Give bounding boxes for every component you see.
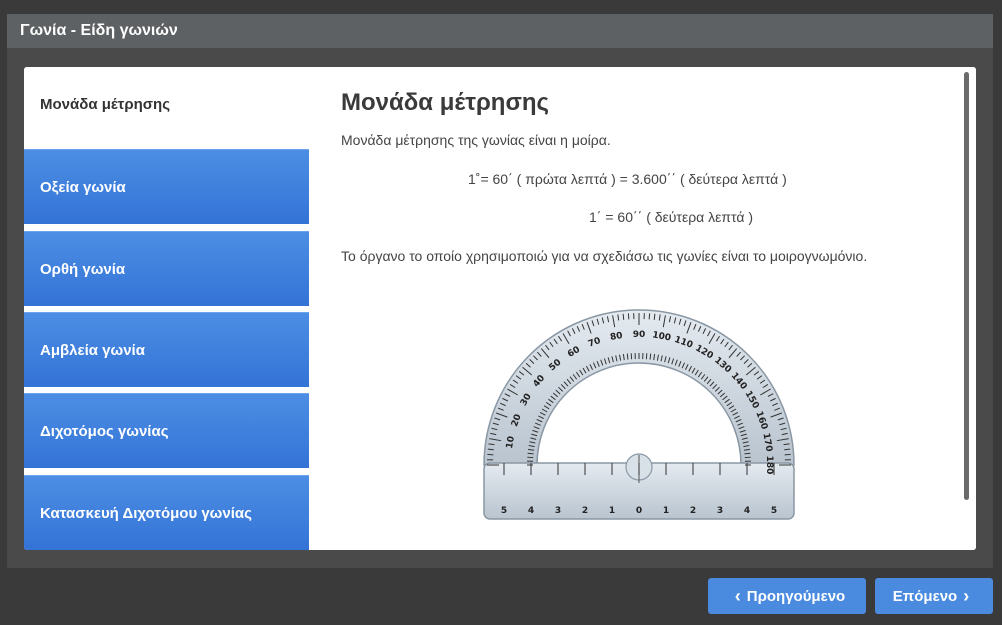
sidebar-item-label: Μονάδα μέτρησης: [40, 96, 171, 113]
sidebar-item-unit[interactable]: Μονάδα μέτρησης: [24, 67, 309, 142]
formula-degree: 1˚= 60΄ ( πρώτα λεπτά ) = 3.600΄΄ ( δεύτ…: [468, 171, 787, 187]
sidebar-item-acute[interactable]: Οξεία γωνία: [24, 149, 309, 224]
protractor-inner-tick: [744, 452, 751, 455]
protractor-tick: [622, 313, 625, 320]
previous-button[interactable]: ‹ Προηγούμενο: [708, 578, 866, 614]
protractor-label: 10: [505, 435, 517, 449]
sidebar-item-label: Αμβλεία γωνία: [40, 341, 145, 359]
protractor-tick: [653, 313, 656, 320]
ruler-label: 1: [609, 506, 615, 516]
sidebar-item-bisector[interactable]: Διχοτόμος γωνίας: [24, 393, 309, 468]
protractor-inner-tick: [649, 353, 652, 360]
scrollbar[interactable]: [964, 72, 969, 500]
next-button[interactable]: Επόμενο ›: [875, 578, 993, 614]
protractor-inner-tick: [626, 353, 629, 360]
sidebar-item-right[interactable]: Ορθή γωνία: [24, 231, 309, 306]
sidebar-item-label: Ορθή γωνία: [40, 260, 126, 278]
intro-text: Μονάδα μέτρησης της γωνίας είναι η μοίρα…: [341, 132, 611, 148]
protractor-image: 10203040506070 80 90 100 1101201301401501601…: [483, 309, 795, 520]
protractor-label: 90: [633, 330, 646, 340]
ruler-label: 0: [636, 506, 642, 516]
ruler-label: 2: [690, 506, 696, 516]
protractor-tick: [784, 448, 791, 451]
ruler-label: 5: [771, 506, 777, 516]
sidebar-item-label: Οξεία γωνία: [40, 178, 126, 196]
window-title: Γωνία - Είδη γωνιών: [7, 14, 993, 48]
sidebar-item-bisector-construction[interactable]: Κατασκευή Διχοτόμου γωνίας: [24, 475, 309, 550]
sidebar-item-label: Διχοτόμος γωνίας: [40, 422, 169, 440]
protractor-label: 80: [609, 331, 623, 343]
previous-label: Προηγούμενο: [746, 587, 846, 605]
content-panel: Μονάδα μέτρησης Μονάδα μέτρησης της γωνί…: [309, 67, 976, 550]
sidebar-item-obtuse[interactable]: Αμβλεία γωνία: [24, 312, 309, 387]
protractor-tick: [487, 448, 494, 451]
ruler-label: 3: [555, 506, 561, 516]
next-label: Επόμενο: [892, 587, 958, 605]
protractor-inner-tick: [527, 452, 534, 455]
chevron-left-icon: ‹: [734, 585, 741, 606]
page-title: Μονάδα μέτρησης: [341, 89, 550, 116]
chevron-right-icon: ›: [963, 585, 970, 606]
protractor-label: 180: [764, 456, 774, 475]
instrument-text: Το όργανο το οποίο χρησιμοποιώ για να σχ…: [341, 248, 868, 264]
ruler-label: 4: [744, 506, 750, 516]
main-card: Μονάδα μέτρησης Οξεία γωνία Ορθή γωνία Α…: [24, 67, 976, 550]
ruler-label: 1: [663, 506, 669, 516]
ruler-label: 3: [717, 506, 723, 516]
ruler-label: 4: [528, 506, 534, 516]
formula-minute: 1΄ = 60΄΄ ( δεύτερα λεπτά ): [589, 209, 754, 225]
sidebar: Μονάδα μέτρησης Οξεία γωνία Ορθή γωνία Α…: [24, 67, 309, 550]
sidebar-item-label: Κατασκευή Διχοτόμου γωνίας: [40, 504, 252, 522]
ruler-label: 2: [582, 506, 588, 516]
ruler-label: 5: [501, 506, 507, 516]
